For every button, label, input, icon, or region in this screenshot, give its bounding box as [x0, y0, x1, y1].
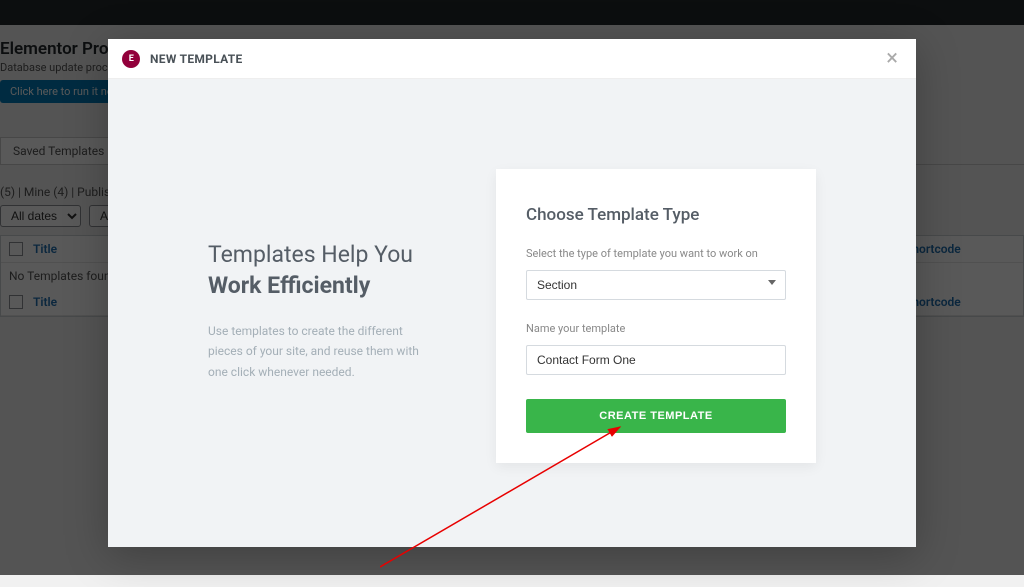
modal-title: NEW TEMPLATE — [150, 52, 243, 66]
template-type-select[interactable]: Section — [526, 270, 786, 300]
elementor-logo-icon: E — [122, 50, 140, 68]
template-type-label: Select the type of template you want to … — [526, 247, 786, 260]
modal-intro-block: Templates Help You Work Efficiently Use … — [108, 79, 512, 382]
close-icon[interactable]: × — [882, 48, 902, 70]
intro-line-2: Work Efficiently — [208, 272, 472, 299]
modal-body: Templates Help You Work Efficiently Use … — [108, 79, 916, 547]
intro-line-1: Templates Help You — [208, 239, 472, 270]
modal-header: E NEW TEMPLATE × — [108, 39, 916, 79]
intro-description: Use templates to create the different pi… — [208, 321, 428, 382]
form-heading: Choose Template Type — [526, 205, 786, 225]
template-name-input[interactable] — [526, 345, 786, 375]
new-template-modal: E NEW TEMPLATE × Templates Help You Work… — [108, 39, 916, 547]
create-template-button[interactable]: CREATE TEMPLATE — [526, 399, 786, 433]
template-form-card: Choose Template Type Select the type of … — [496, 169, 816, 463]
template-name-label: Name your template — [526, 322, 786, 335]
